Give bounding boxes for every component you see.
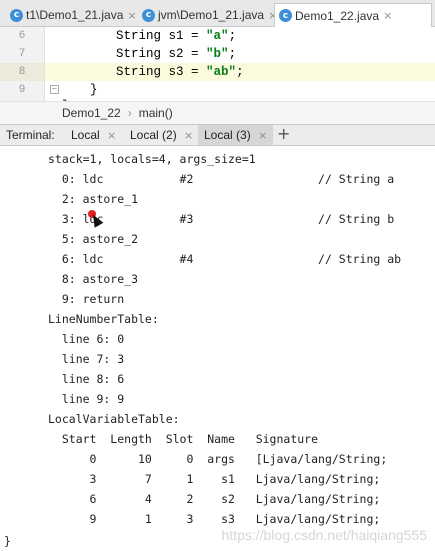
terminal-line: LineNumberTable: xyxy=(48,312,159,326)
code-editor[interactable]: 6 String s1 = "a"; 7 String s2 = "b"; 8 … xyxy=(0,27,435,101)
watermark: https://blog.csdn.net/haiqiang555 xyxy=(221,527,428,543)
terminal-line: 9 1 3 s3 Ljava/lang/String; xyxy=(48,512,381,526)
line-number: 6 xyxy=(0,27,44,45)
terminal-tab-label: Local (2) xyxy=(130,128,177,142)
terminal-tab-local-2[interactable]: Local (2) × xyxy=(124,125,199,145)
terminal-label: Terminal: xyxy=(6,128,55,142)
code-text: String s3 = "ab"; xyxy=(116,65,244,79)
code-line: 6 String s1 = "a"; xyxy=(0,27,435,45)
code-line: 7 String s2 = "b"; xyxy=(0,45,435,63)
terminal-line: LocalVariableTable: xyxy=(48,412,180,426)
terminal-line: line 8: 6 xyxy=(48,372,125,386)
terminal-output[interactable]: stack=1, locals=4, args_size=1 0: ldc #2… xyxy=(0,146,435,551)
line-number: 7 xyxy=(0,45,44,63)
close-icon[interactable]: × xyxy=(383,9,392,22)
terminal-line: 8: astore_3 xyxy=(48,272,139,286)
breadcrumb-class[interactable]: Demo1_22 xyxy=(62,106,121,120)
tab-t1-demo1-21[interactable]: c t1\Demo1_21.java × xyxy=(6,3,141,27)
code-text: String s2 = "b"; xyxy=(116,47,237,61)
terminal-line: 3 7 1 s1 Ljava/lang/String; xyxy=(48,472,381,486)
java-class-icon: c xyxy=(142,8,155,22)
line-number: 8 xyxy=(0,63,44,81)
terminal-line: } xyxy=(4,534,11,548)
terminal-line: 0: ldc #2 // String a xyxy=(48,172,395,186)
terminal-line: Start Length Slot Name Signature xyxy=(48,432,319,446)
terminal-line: 5: astore_2 xyxy=(48,232,139,246)
breadcrumb-method[interactable]: main() xyxy=(139,106,173,120)
terminal-line: 6: ldc #4 // String ab xyxy=(48,252,402,266)
terminal-line: line 6: 0 xyxy=(48,332,125,346)
tab-label: Demo1_22.java xyxy=(295,8,380,23)
terminal-line: 0 10 0 args [Ljava/lang/String; xyxy=(48,452,388,466)
terminal-tab-bar: Terminal: Local × Local (2) × Local (3) … xyxy=(0,124,435,146)
terminal-tab-label: Local xyxy=(71,128,100,142)
close-icon[interactable]: × xyxy=(184,129,193,142)
code-text: String s1 = "a"; xyxy=(116,29,237,43)
close-icon[interactable]: × xyxy=(258,129,267,142)
tab-demo1-22[interactable]: c Demo1_22.java × xyxy=(274,3,432,27)
tab-label: t1\Demo1_21.java xyxy=(26,8,124,22)
gutter-divider xyxy=(44,27,45,101)
close-icon[interactable]: × xyxy=(127,9,136,22)
terminal-tab-label: Local (3) xyxy=(204,128,251,142)
terminal-line: line 9: 9 xyxy=(48,392,125,406)
new-terminal-tab-button[interactable]: + xyxy=(277,124,290,143)
breadcrumb: Demo1_22 › main() xyxy=(0,101,435,125)
close-icon[interactable]: × xyxy=(107,129,116,142)
tab-label: jvm\Demo1_21.java xyxy=(158,8,265,22)
terminal-line: stack=1, locals=4, args_size=1 xyxy=(48,152,256,166)
terminal-line: 9: return xyxy=(48,292,125,306)
terminal-tab-local[interactable]: Local × xyxy=(65,125,122,145)
terminal-tab-local-3[interactable]: Local (3) × xyxy=(198,125,274,145)
code-line-current: 8 String s3 = "ab"; xyxy=(0,63,435,81)
terminal-line: 2: astore_1 xyxy=(48,192,139,206)
editor-tab-bar: c t1\Demo1_21.java × c jvm\Demo1_21.java… xyxy=(0,0,435,27)
breadcrumb-separator: › xyxy=(127,106,132,120)
tab-jvm-demo1-21[interactable]: c jvm\Demo1_21.java × xyxy=(138,3,281,27)
java-class-icon: c xyxy=(10,8,23,22)
terminal-line: 6 4 2 s2 Ljava/lang/String; xyxy=(48,492,381,506)
java-class-icon: c xyxy=(279,9,292,22)
terminal-line: line 7: 3 xyxy=(48,352,125,366)
fold-icon[interactable]: − xyxy=(50,85,59,94)
